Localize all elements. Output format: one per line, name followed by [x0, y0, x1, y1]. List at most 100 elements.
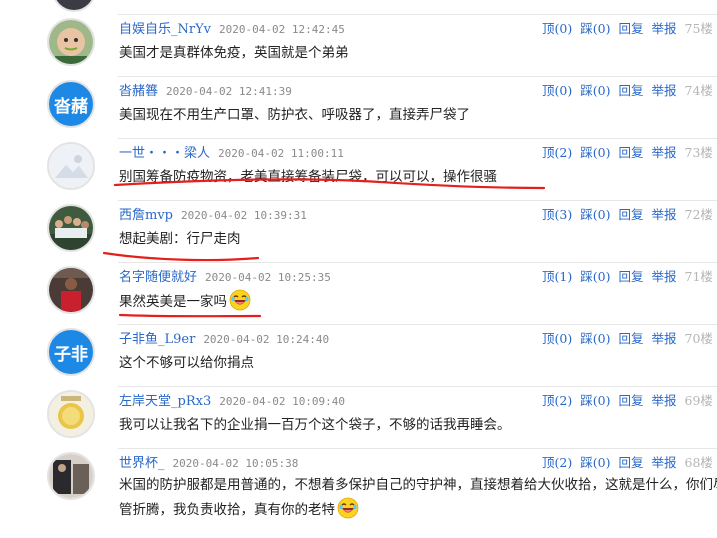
comment-header: 名字随便就好 2020-04-02 10:25:35	[119, 266, 331, 285]
downvote-button[interactable]: 踩(0)	[580, 207, 610, 222]
downvote-label: 踩	[580, 21, 593, 36]
upvote-count: (2)	[554, 455, 573, 470]
username-link[interactable]: 一世・・・梁人	[119, 146, 210, 161]
reply-button[interactable]: 回复	[618, 207, 643, 222]
downvote-button[interactable]: 踩(0)	[580, 455, 610, 470]
downvote-label: 踩	[580, 455, 593, 470]
comment-text: 美国现在不用生产口罩、防护衣、呼吸器了，直接弄尸袋了	[119, 103, 470, 123]
comment-timestamp: 2020-04-02 12:42:45	[219, 23, 345, 36]
comment-text-content: 别国筹备防疫物资，老美直接筹备装尸袋，可以可以，操作很骚	[119, 169, 497, 185]
comment-actions: 顶(0) 踩(0) 回复 举报 74楼	[542, 80, 713, 99]
username-link[interactable]: 自娱自乐_NrYv	[119, 22, 211, 37]
comment-timestamp: 2020-04-02 10:24:40	[203, 333, 330, 346]
comment-actions: 顶(0) 踩(0) 回复 举报 70楼	[542, 328, 713, 347]
comment-divider	[118, 138, 717, 139]
user-avatar[interactable]	[47, 452, 95, 500]
downvote-label: 踩	[580, 331, 593, 346]
comment-item: 左岸天堂_pRx3 2020-04-02 10:09:40 顶(2) 踩(0) 回复 举报…	[0, 386, 717, 448]
upvote-button[interactable]: 顶(0)	[542, 21, 572, 36]
comment-text: 这个不够可以给你捐点	[119, 351, 254, 371]
downvote-count: (0)	[592, 455, 611, 470]
comment-text-content: 果然英美是一家吗	[119, 294, 227, 310]
upvote-label: 顶	[542, 393, 555, 408]
downvote-count: (0)	[592, 83, 611, 98]
downvote-button[interactable]: 踩(0)	[580, 269, 610, 284]
comment-item: 沓赭 沓赭簭 2020-04-02 12:41:39 顶(0) 踩(0) 回复 举报 74楼美…	[0, 76, 717, 138]
report-button[interactable]: 举报	[651, 21, 676, 36]
upvote-button[interactable]: 顶(1)	[542, 269, 572, 284]
username-link[interactable]: 子非鱼_L9er	[119, 332, 195, 347]
upvote-button[interactable]: 顶(2)	[542, 455, 572, 470]
reply-button[interactable]: 回复	[618, 393, 643, 408]
comment-text: 果然英美是一家吗	[119, 289, 251, 311]
report-button[interactable]: 举报	[651, 207, 676, 222]
upvote-label: 顶	[542, 83, 555, 98]
user-avatar[interactable]: 沓赭	[47, 80, 95, 128]
reply-button[interactable]: 回复	[618, 455, 643, 470]
downvote-count: (0)	[592, 269, 611, 284]
username-link[interactable]: 西詹mvp	[119, 208, 173, 223]
comment-header: 一世・・・梁人 2020-04-02 11:00:11	[119, 142, 344, 161]
upvote-count: (0)	[554, 331, 573, 346]
user-avatar[interactable]: 子非	[47, 328, 95, 376]
comment-divider	[118, 386, 717, 387]
downvote-button[interactable]: 踩(0)	[580, 83, 610, 98]
comment-header: 世界杯_ 2020-04-02 10:05:38	[119, 452, 299, 471]
user-avatar[interactable]	[47, 390, 95, 438]
comment-actions: 顶(2) 踩(0) 回复 举报 73楼	[542, 142, 713, 161]
upvote-button[interactable]: 顶(0)	[542, 331, 572, 346]
downvote-count: (0)	[592, 207, 611, 222]
comment-divider	[118, 200, 717, 201]
comment-header: 左岸天堂_pRx3 2020-04-02 10:09:40	[119, 390, 345, 409]
comment-timestamp: 2020-04-02 10:05:38	[172, 457, 299, 470]
username-link[interactable]: 左岸天堂_pRx3	[119, 394, 211, 409]
user-avatar[interactable]	[47, 266, 95, 314]
report-button[interactable]: 举报	[651, 331, 676, 346]
report-button[interactable]: 举报	[651, 83, 676, 98]
downvote-button[interactable]: 踩(0)	[580, 393, 610, 408]
user-avatar[interactable]	[47, 204, 95, 252]
reply-button[interactable]: 回复	[618, 145, 643, 160]
comment-item: 世界杯_ 2020-04-02 10:05:38 顶(2) 踩(0) 回复 举报 68楼 米国…	[0, 448, 717, 538]
comment-divider	[118, 262, 717, 263]
user-avatar[interactable]	[47, 18, 95, 66]
user-avatar[interactable]	[47, 142, 95, 190]
reply-button[interactable]: 回复	[618, 331, 643, 346]
reply-button[interactable]: 回复	[618, 269, 643, 284]
upvote-button[interactable]: 顶(0)	[542, 83, 572, 98]
floor-number: 70楼	[684, 331, 713, 346]
upvote-count: (2)	[554, 393, 573, 408]
comment-text: 别国筹备防疫物资，老美直接筹备装尸袋，可以可以，操作很骚	[119, 165, 497, 185]
username-link[interactable]: 沓赭簭	[119, 84, 158, 99]
report-button[interactable]: 举报	[651, 393, 676, 408]
upvote-count: (2)	[554, 145, 573, 160]
downvote-button[interactable]: 踩(0)	[580, 21, 610, 36]
upvote-count: (1)	[554, 269, 573, 284]
reply-button[interactable]: 回复	[618, 21, 643, 36]
username-link[interactable]: 世界杯_	[119, 456, 165, 471]
comment-actions: 顶(1) 踩(0) 回复 举报 71楼	[542, 266, 713, 285]
comment-actions: 顶(3) 踩(0) 回复 举报 72楼	[542, 204, 713, 223]
downvote-label: 踩	[580, 145, 593, 160]
reply-button[interactable]: 回复	[618, 83, 643, 98]
downvote-button[interactable]: 踩(0)	[580, 331, 610, 346]
username-link[interactable]: 名字随便就好	[119, 270, 197, 285]
comment-divider	[118, 324, 717, 325]
comment-text-content: 这个不够可以给你捐点	[119, 355, 254, 371]
comment-text: 想起美剧：行尸走肉	[119, 227, 241, 247]
upvote-button[interactable]: 顶(3)	[542, 207, 572, 222]
downvote-button[interactable]: 踩(0)	[580, 145, 610, 160]
comment-actions: 顶(0) 踩(0) 回复 举报 75楼	[542, 18, 713, 37]
report-button[interactable]: 举报	[651, 145, 676, 160]
comment-item: 一世・・・梁人 2020-04-02 11:00:11 顶(2) 踩(0) 回复 举报 73…	[0, 138, 717, 200]
upvote-button[interactable]: 顶(2)	[542, 393, 572, 408]
comment-timestamp: 2020-04-02 12:41:39	[166, 85, 292, 98]
comment-text-content: 我可以让我名下的企业捐一百万个这个袋子，不够的话我再睡会。	[119, 417, 511, 433]
report-button[interactable]: 举报	[651, 269, 676, 284]
report-button[interactable]: 举报	[651, 455, 676, 470]
upvote-label: 顶	[542, 145, 555, 160]
downvote-label: 踩	[580, 83, 593, 98]
upvote-button[interactable]: 顶(2)	[542, 145, 572, 160]
comment-header: 西詹mvp 2020-04-02 10:39:31	[119, 204, 307, 223]
downvote-count: (0)	[592, 331, 611, 346]
